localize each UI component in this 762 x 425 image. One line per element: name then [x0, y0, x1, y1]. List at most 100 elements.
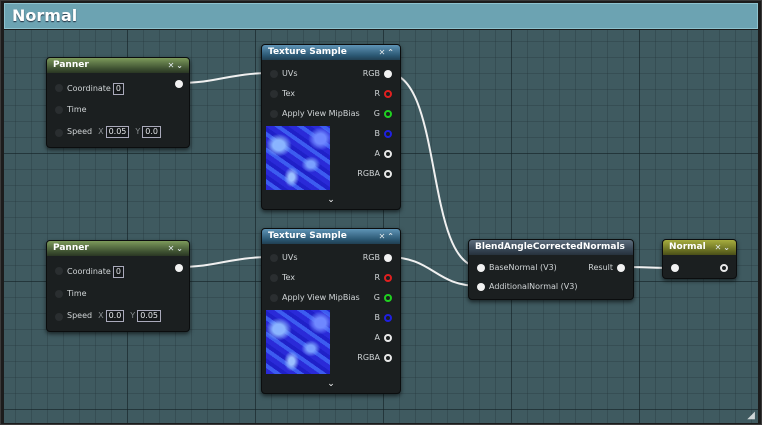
time-label: Time — [67, 105, 87, 114]
speed-label: Speed — [67, 127, 93, 136]
panner-header[interactable]: Panner ✕⌄ — [47, 58, 189, 73]
uvs-input-pin[interactable] — [270, 254, 278, 262]
a-output-pin[interactable] — [384, 334, 392, 342]
rgb-output-pin[interactable] — [384, 254, 392, 262]
b-label: B — [374, 313, 381, 322]
a-label: A — [374, 333, 380, 342]
y-axis-label: Y — [135, 127, 141, 136]
chevron-down-icon[interactable]: ⌄ — [176, 244, 185, 253]
chevron-down-icon[interactable]: ⌄ — [262, 379, 400, 389]
rgba-label: RGBA — [357, 353, 380, 362]
rgb-label: RGB — [362, 253, 380, 262]
x-axis-label: X — [98, 127, 104, 136]
tex-input-pin[interactable] — [270, 274, 278, 282]
a-output-pin[interactable] — [384, 150, 392, 158]
mipbias-label: Apply View MipBias — [282, 109, 360, 118]
mipbias-input-pin[interactable] — [270, 110, 278, 118]
rgba-output-pin[interactable] — [384, 170, 392, 178]
graph-editor-window: Normal Panner ✕⌄ Coordinate 0 Time Speed X… — [0, 0, 762, 425]
chevron-up-icon[interactable]: ⌃ — [387, 232, 396, 241]
g-label: G — [373, 109, 380, 118]
basenormal-input-pin[interactable] — [477, 264, 485, 272]
mipbias-label: Apply View MipBias — [282, 293, 360, 302]
close-icon[interactable]: ✕ — [715, 243, 724, 252]
speed-y-field[interactable]: 0.0 — [142, 126, 161, 138]
texture-sample-title: Texture Sample — [268, 47, 347, 57]
texture-sample-title: Texture Sample — [268, 231, 347, 241]
texture-sample-header[interactable]: Texture Sample ✕⌃ — [262, 229, 400, 244]
wire-panner2-to-uvs2 — [176, 256, 273, 268]
chevron-down-icon[interactable]: ⌄ — [262, 195, 400, 205]
panner-node-1[interactable]: Panner ✕⌄ Coordinate 0 Time Speed X 0.05 Y 0.… — [46, 57, 190, 148]
b-output-pin[interactable] — [384, 130, 392, 138]
coordinate-field[interactable]: 0 — [112, 266, 124, 278]
mipbias-input-pin[interactable] — [270, 294, 278, 302]
g-label: G — [373, 293, 380, 302]
uvs-input-pin[interactable] — [270, 70, 278, 78]
normal-output-pin[interactable] — [720, 264, 728, 272]
coordinate-label: Coordinate — [67, 84, 111, 93]
normal-output-node[interactable]: Normal ✕⌄ — [662, 239, 737, 279]
chevron-down-icon[interactable]: ⌄ — [723, 243, 732, 252]
texture-preview-thumbnail — [266, 126, 330, 190]
uvs-label: UVs — [282, 253, 298, 262]
rgb-label: RGB — [362, 69, 380, 78]
normal-input-pin[interactable] — [671, 264, 679, 272]
speed-x-field[interactable]: 0.05 — [105, 126, 130, 138]
speed-y-field[interactable]: 0.05 — [137, 310, 161, 322]
rgba-label: RGBA — [357, 169, 380, 178]
b-output-pin[interactable] — [384, 314, 392, 322]
panner-node-2[interactable]: Panner ✕⌄ Coordinate 0 Time Speed X 0.0 Y 0.0… — [46, 240, 190, 332]
r-output-pin[interactable] — [384, 90, 392, 98]
blend-title: BlendAngleCorrectedNormals — [475, 242, 625, 252]
time-input-pin[interactable] — [55, 290, 63, 298]
coordinate-input-pin[interactable] — [55, 267, 63, 275]
texture-sample-node-1[interactable]: Texture Sample ✕⌃ UVs RGB Tex R Apply Vi… — [261, 44, 401, 210]
close-icon[interactable]: ✕ — [379, 48, 388, 57]
normal-title: Normal — [669, 242, 706, 252]
blend-header[interactable]: BlendAngleCorrectedNormals — [469, 240, 633, 255]
tex-input-pin[interactable] — [270, 90, 278, 98]
close-icon[interactable]: ✕ — [168, 244, 177, 253]
texture-sample-node-2[interactable]: Texture Sample ✕⌃ UVs RGB Tex R Apply Vi… — [261, 228, 401, 394]
close-icon[interactable]: ✕ — [379, 232, 388, 241]
a-label: A — [374, 149, 380, 158]
speed-input-pin[interactable] — [55, 313, 63, 321]
resize-grip-icon[interactable]: ◢ — [747, 410, 755, 421]
speed-input-pin[interactable] — [55, 129, 63, 137]
coordinate-field[interactable]: 0 — [112, 83, 124, 95]
chevron-down-icon[interactable]: ⌄ — [176, 61, 185, 70]
result-output-pin[interactable] — [617, 264, 625, 272]
additionalnormal-input-pin[interactable] — [477, 283, 485, 291]
close-icon[interactable]: ✕ — [168, 61, 177, 70]
panner-title: Panner — [53, 60, 89, 70]
panner-output-pin[interactable] — [175, 264, 183, 272]
panner-header[interactable]: Panner ✕⌄ — [47, 241, 189, 256]
coordinate-label: Coordinate — [67, 267, 111, 276]
panner-title: Panner — [53, 243, 89, 253]
time-input-pin[interactable] — [55, 106, 63, 114]
r-output-pin[interactable] — [384, 274, 392, 282]
speed-label: Speed — [67, 311, 93, 320]
basenormal-label: BaseNormal (V3) — [489, 263, 557, 272]
graph-title-bar: Normal — [4, 3, 758, 29]
x-axis-label: X — [98, 311, 104, 320]
chevron-up-icon[interactable]: ⌃ — [387, 48, 396, 57]
panner-output-pin[interactable] — [175, 80, 183, 88]
rgba-output-pin[interactable] — [384, 354, 392, 362]
rgb-output-pin[interactable] — [384, 70, 392, 78]
tex-label: Tex — [282, 273, 296, 282]
texture-sample-header[interactable]: Texture Sample ✕⌃ — [262, 45, 400, 60]
texture-preview-thumbnail — [266, 310, 330, 374]
blend-angle-corrected-normals-node[interactable]: BlendAngleCorrectedNormals BaseNormal (V… — [468, 239, 634, 300]
coordinate-input-pin[interactable] — [55, 84, 63, 92]
g-output-pin[interactable] — [384, 294, 392, 302]
g-output-pin[interactable] — [384, 110, 392, 118]
r-label: R — [374, 89, 380, 98]
speed-x-field[interactable]: 0.0 — [105, 310, 125, 322]
wire-panner1-to-uvs1 — [176, 72, 273, 84]
graph-canvas[interactable]: Panner ✕⌄ Coordinate 0 Time Speed X 0.05 Y 0.… — [4, 30, 758, 423]
r-label: R — [374, 273, 380, 282]
graph-title: Normal — [12, 6, 78, 25]
normal-header[interactable]: Normal ✕⌄ — [663, 240, 736, 255]
